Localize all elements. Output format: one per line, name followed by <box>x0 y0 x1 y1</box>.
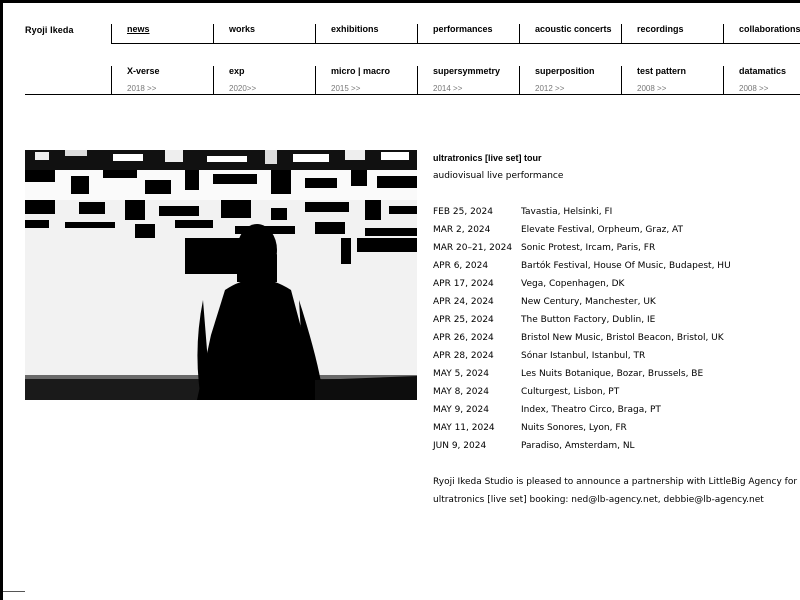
nav-link-performances[interactable]: performances <box>433 24 493 34</box>
project-item-x-verse: X-verse 2018 >> <box>111 66 214 94</box>
hero-image-graphic <box>25 150 417 400</box>
tour-subtitle: audiovisual live performance <box>433 171 564 181</box>
project-year: 2018 >> <box>127 84 157 93</box>
nav-item-recordings: recordings <box>621 24 724 44</box>
project-item-datamatics: datamatics 2008 >> <box>723 66 800 94</box>
project-item-exp: exp 2020>> <box>213 66 316 94</box>
tour-date: APR 25, 2024 <box>433 315 494 325</box>
tour-date: APR 6, 2024 <box>433 261 489 271</box>
nav-item-news: news <box>111 24 214 44</box>
tour-venue: Bartók Festival, House Of Music, Budapes… <box>521 261 731 271</box>
tour-date: APR 17, 2024 <box>433 279 494 289</box>
project-item-micro-macro: micro | macro 2015 >> <box>315 66 418 94</box>
project-link-supersymmetry[interactable]: supersymmetry <box>433 66 500 76</box>
site-title-link[interactable]: Ryoji Ikeda <box>25 25 74 35</box>
nav-link-news[interactable]: news <box>127 24 150 34</box>
tour-title: ultratronics [live set] tour <box>433 153 542 163</box>
tour-venue: Les Nuits Botanique, Bozar, Brussels, BE <box>521 369 704 379</box>
window-top-border <box>0 0 800 3</box>
tour-venue: Sonic Protest, Ircam, Paris, FR <box>521 243 656 253</box>
tour-date: MAY 8, 2024 <box>433 387 489 397</box>
nav-link-exhibitions[interactable]: exhibitions <box>331 24 379 34</box>
agency-announcement: Ryoji Ikeda Studio is pleased to announc… <box>433 477 800 487</box>
project-year: 2015 >> <box>331 84 361 93</box>
project-link-datamatics[interactable]: datamatics <box>739 66 786 76</box>
tour-date: MAY 9, 2024 <box>433 405 489 415</box>
nav-item-exhibitions: exhibitions <box>315 24 418 44</box>
tour-venue: Sónar Istanbul, Istanbul, TR <box>521 351 646 361</box>
tour-venue: New Century, Manchester, UK <box>521 297 656 307</box>
nav-item-works: works <box>213 24 316 44</box>
tour-venue: Nuits Sonores, Lyon, FR <box>521 423 627 433</box>
tour-venue: Tavastia, Helsinki, FI <box>521 207 613 217</box>
nav-item-acoustic-concerts: acoustic concerts <box>519 24 622 44</box>
project-item-test-pattern: test pattern 2008 >> <box>621 66 724 94</box>
nav-link-acoustic-concerts[interactable]: acoustic concerts <box>535 24 612 34</box>
performance-silhouette-photo[interactable] <box>25 150 417 400</box>
primary-nav-rule <box>111 43 800 44</box>
nav-item-performances: performances <box>417 24 520 44</box>
booking-contact: ultratronics [live set] booking: ned@lb-… <box>433 495 764 505</box>
tour-date: MAR 20–21, 2024 <box>433 243 513 253</box>
tour-date: APR 28, 2024 <box>433 351 494 361</box>
nav-link-collaborations[interactable]: collaborations <box>739 24 800 34</box>
project-year: 2012 >> <box>535 84 565 93</box>
tour-date: FEB 25, 2024 <box>433 207 493 217</box>
project-year: 2008 >> <box>739 84 769 93</box>
project-link-test-pattern[interactable]: test pattern <box>637 66 686 76</box>
window-left-border <box>0 0 3 600</box>
tour-date: APR 24, 2024 <box>433 297 494 307</box>
nav-item-collaborations: collaborations <box>723 24 800 44</box>
secondary-nav-rule <box>25 94 800 95</box>
tour-venue: The Button Factory, Dublin, IE <box>521 315 656 325</box>
tour-date: MAR 2, 2024 <box>433 225 491 235</box>
tour-venue: Index, Theatro Circo, Braga, PT <box>521 405 661 415</box>
tour-date: APR 26, 2024 <box>433 333 494 343</box>
tour-date: JUN 9, 2024 <box>433 441 487 451</box>
project-year: 2014 >> <box>433 84 463 93</box>
tour-venue: Bristol New Music, Bristol Beacon, Brist… <box>521 333 724 343</box>
project-link-micro-macro[interactable]: micro | macro <box>331 66 390 76</box>
tour-venue: Elevate Festival, Orpheum, Graz, AT <box>521 225 684 235</box>
project-link-x-verse[interactable]: X-verse <box>127 66 160 76</box>
project-year: 2008 >> <box>637 84 667 93</box>
project-year: 2020>> <box>229 84 257 93</box>
project-link-superposition[interactable]: superposition <box>535 66 595 76</box>
nav-link-works[interactable]: works <box>229 24 255 34</box>
nav-link-recordings[interactable]: recordings <box>637 24 684 34</box>
project-item-superposition: superposition 2012 >> <box>519 66 622 94</box>
tour-date: MAY 11, 2024 <box>433 423 495 433</box>
tour-venue: Paradiso, Amsterdam, NL <box>521 441 635 451</box>
project-link-exp[interactable]: exp <box>229 66 245 76</box>
corner-divider <box>3 591 25 592</box>
project-item-supersymmetry: supersymmetry 2014 >> <box>417 66 520 94</box>
tour-venue: Vega, Copenhagen, DK <box>521 279 625 289</box>
tour-venue: Culturgest, Lisbon, PT <box>521 387 620 397</box>
tour-date: MAY 5, 2024 <box>433 369 489 379</box>
